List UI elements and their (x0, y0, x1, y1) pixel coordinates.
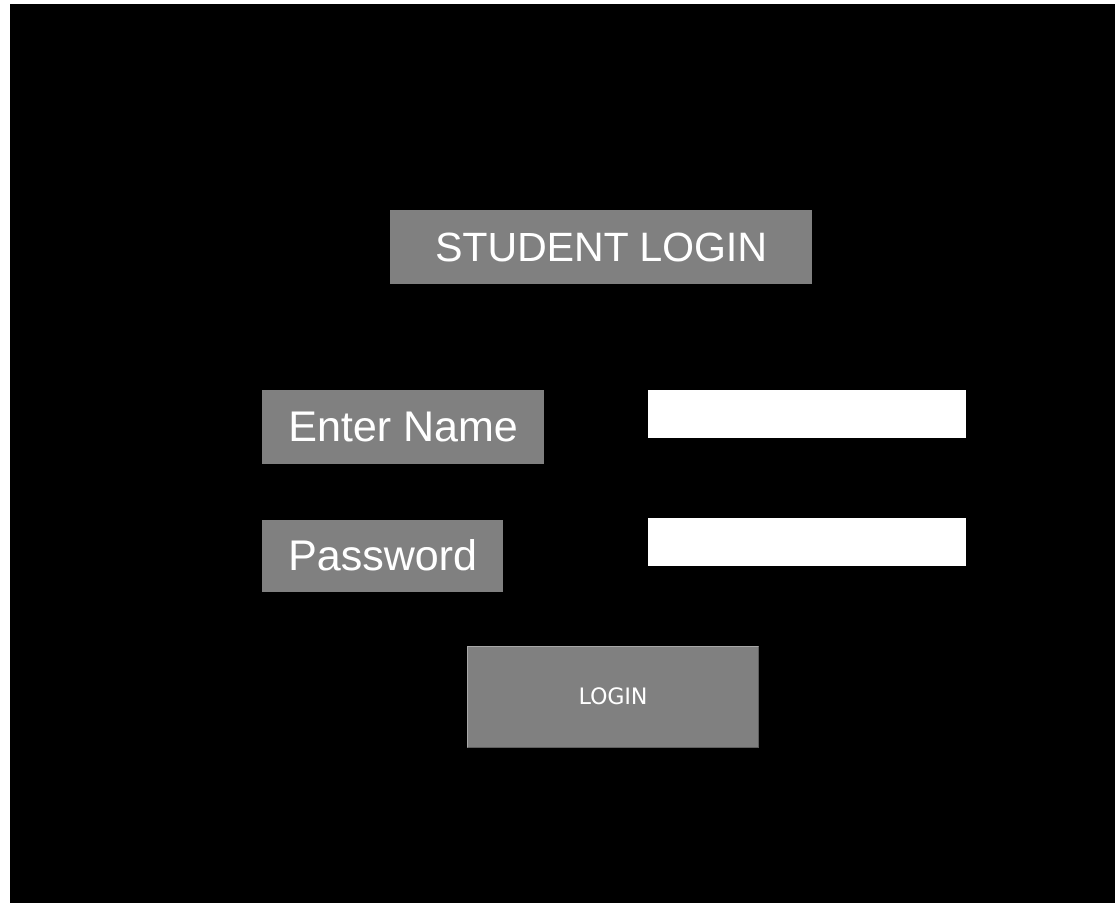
password-input[interactable] (648, 518, 966, 566)
password-label: Password (262, 520, 503, 592)
login-button[interactable]: LOGIN (467, 646, 759, 748)
login-window: STUDENT LOGIN Enter Name Password LOGIN (10, 4, 1115, 903)
page-title: STUDENT LOGIN (390, 210, 812, 284)
name-input[interactable] (648, 390, 966, 438)
name-label: Enter Name (262, 390, 544, 464)
